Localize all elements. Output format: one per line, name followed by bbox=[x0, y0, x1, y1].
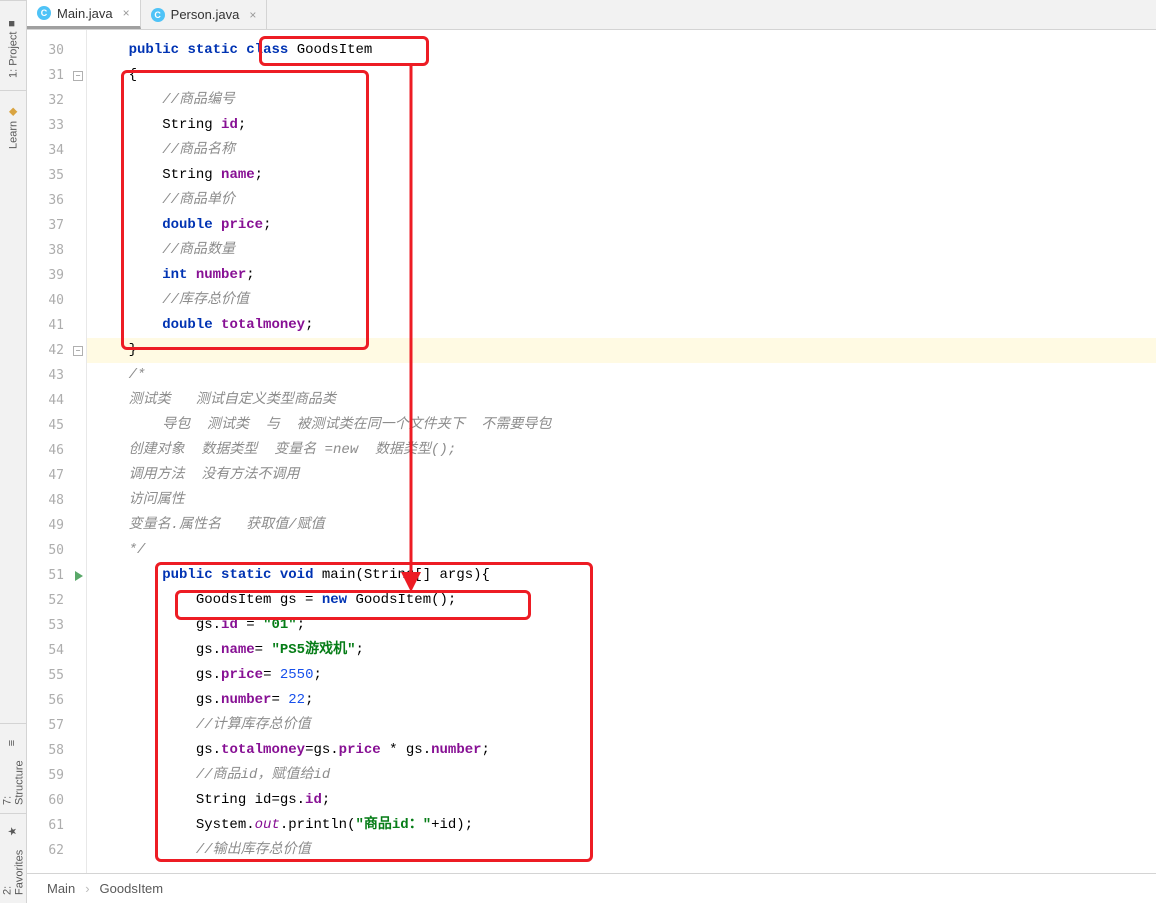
line-number: 61 bbox=[27, 813, 86, 838]
rail-favorites-label: 2: Favorites bbox=[2, 840, 26, 895]
line-number: 59 bbox=[27, 763, 86, 788]
code-line: 访问属性 bbox=[87, 488, 1156, 513]
fold-icon[interactable]: − bbox=[73, 71, 83, 81]
rail-structure-label: 7: Structure bbox=[2, 750, 26, 805]
code-line: String name; bbox=[87, 163, 1156, 188]
line-number: 53 bbox=[27, 613, 86, 638]
tool-window-rail: 1: Project ■ Learn ◆ 7: Structure ≡ 2: F… bbox=[0, 0, 27, 903]
breadcrumb: Main › GoodsItem bbox=[27, 873, 1156, 903]
code-line: //商品数量 bbox=[87, 238, 1156, 263]
line-number: 35 bbox=[27, 163, 86, 188]
editor-tabs: C Main.java × C Person.java × bbox=[27, 0, 1156, 30]
line-number: 51 bbox=[27, 563, 86, 588]
code-line: System.out.println("商品id："+id); bbox=[87, 813, 1156, 838]
code-line: public static class GoodsItem bbox=[87, 38, 1156, 63]
line-number: 42− bbox=[27, 338, 86, 363]
code-line: //商品名称 bbox=[87, 138, 1156, 163]
rail-favorites[interactable]: 2: Favorites ★ bbox=[0, 813, 27, 903]
code-line: gs.id = "01"; bbox=[87, 613, 1156, 638]
line-number: 46 bbox=[27, 438, 86, 463]
line-number: 38 bbox=[27, 238, 86, 263]
code-line: */ bbox=[87, 538, 1156, 563]
line-number: 34 bbox=[27, 138, 86, 163]
code-line: //商品编号 bbox=[87, 88, 1156, 113]
line-number: 47 bbox=[27, 463, 86, 488]
code-line: 变量名.属性名 获取值/赋值 bbox=[87, 513, 1156, 538]
rail-learn-label: Learn bbox=[8, 120, 20, 148]
line-number: 36 bbox=[27, 188, 86, 213]
code-line: gs.name= "PS5游戏机"; bbox=[87, 638, 1156, 663]
close-icon[interactable]: × bbox=[249, 8, 256, 22]
editor[interactable]: 3031−3233343536373839404142−434445464748… bbox=[27, 30, 1156, 873]
line-number: 54 bbox=[27, 638, 86, 663]
line-number: 39 bbox=[27, 263, 86, 288]
chevron-right-icon: › bbox=[85, 881, 89, 896]
rail-project-label: 1: Project bbox=[8, 31, 20, 77]
code-line: { bbox=[87, 63, 1156, 88]
code-line-current: } bbox=[87, 338, 1156, 363]
line-number: 52 bbox=[27, 588, 86, 613]
line-number: 60 bbox=[27, 788, 86, 813]
code-line: double totalmoney; bbox=[87, 313, 1156, 338]
line-number: 32 bbox=[27, 88, 86, 113]
line-number: 33 bbox=[27, 113, 86, 138]
code-line: String id=gs.id; bbox=[87, 788, 1156, 813]
run-gutter-icon[interactable] bbox=[75, 571, 83, 581]
rail-project[interactable]: 1: Project ■ bbox=[0, 0, 27, 90]
java-class-icon: C bbox=[151, 8, 165, 22]
line-number: 56 bbox=[27, 688, 86, 713]
gutter: 3031−3233343536373839404142−434445464748… bbox=[27, 30, 87, 873]
line-number: 41 bbox=[27, 313, 86, 338]
java-class-icon: C bbox=[37, 6, 51, 20]
code-line: public static void main(String[] args){ bbox=[87, 563, 1156, 588]
star-icon: ★ bbox=[7, 822, 21, 836]
code-area[interactable]: public static class GoodsItem { //商品编号 S… bbox=[87, 30, 1156, 873]
learn-icon: ◆ bbox=[7, 102, 21, 116]
line-number: 44 bbox=[27, 388, 86, 413]
code-line: gs.number= 22; bbox=[87, 688, 1156, 713]
code-line: 导包 测试类 与 被测试类在同一个文件夹下 不需要导包 bbox=[87, 413, 1156, 438]
code-line: double price; bbox=[87, 213, 1156, 238]
rail-structure[interactable]: 7: Structure ≡ bbox=[0, 723, 27, 813]
tab-person-java[interactable]: C Person.java × bbox=[141, 0, 268, 29]
code-line: int number; bbox=[87, 263, 1156, 288]
code-line: //计算库存总价值 bbox=[87, 713, 1156, 738]
fold-icon[interactable]: − bbox=[73, 346, 83, 356]
code-line: String id; bbox=[87, 113, 1156, 138]
line-number: 49 bbox=[27, 513, 86, 538]
rail-learn[interactable]: Learn ◆ bbox=[0, 90, 27, 160]
code-line: 创建对象 数据类型 变量名 =new 数据类型(); bbox=[87, 438, 1156, 463]
line-number: 58 bbox=[27, 738, 86, 763]
code-line: //商品id，赋值给id bbox=[87, 763, 1156, 788]
code-line: 测试类 测试自定义类型商品类 bbox=[87, 388, 1156, 413]
code-line: /* bbox=[87, 363, 1156, 388]
code-line: //输出库存总价值 bbox=[87, 838, 1156, 863]
line-number: 40 bbox=[27, 288, 86, 313]
code-line: gs.totalmoney=gs.price * gs.number; bbox=[87, 738, 1156, 763]
line-number: 31− bbox=[27, 63, 86, 88]
line-number: 30 bbox=[27, 38, 86, 63]
code-line: gs.price= 2550; bbox=[87, 663, 1156, 688]
tab-label: Person.java bbox=[171, 7, 240, 22]
code-line: //商品单价 bbox=[87, 188, 1156, 213]
line-number: 55 bbox=[27, 663, 86, 688]
line-number: 45 bbox=[27, 413, 86, 438]
line-number: 50 bbox=[27, 538, 86, 563]
line-number: 57 bbox=[27, 713, 86, 738]
line-number: 37 bbox=[27, 213, 86, 238]
line-number: 48 bbox=[27, 488, 86, 513]
structure-icon: ≡ bbox=[7, 732, 21, 746]
code-line: //库存总价值 bbox=[87, 288, 1156, 313]
close-icon[interactable]: × bbox=[123, 6, 130, 20]
code-line: 调用方法 没有方法不调用 bbox=[87, 463, 1156, 488]
folder-icon: ■ bbox=[7, 13, 21, 27]
tab-main-java[interactable]: C Main.java × bbox=[27, 0, 141, 29]
line-number: 43 bbox=[27, 363, 86, 388]
breadcrumb-item[interactable]: Main bbox=[47, 881, 75, 896]
tab-label: Main.java bbox=[57, 6, 113, 21]
line-number: 62 bbox=[27, 838, 86, 863]
code-line: GoodsItem gs = new GoodsItem(); bbox=[87, 588, 1156, 613]
breadcrumb-item[interactable]: GoodsItem bbox=[100, 881, 164, 896]
